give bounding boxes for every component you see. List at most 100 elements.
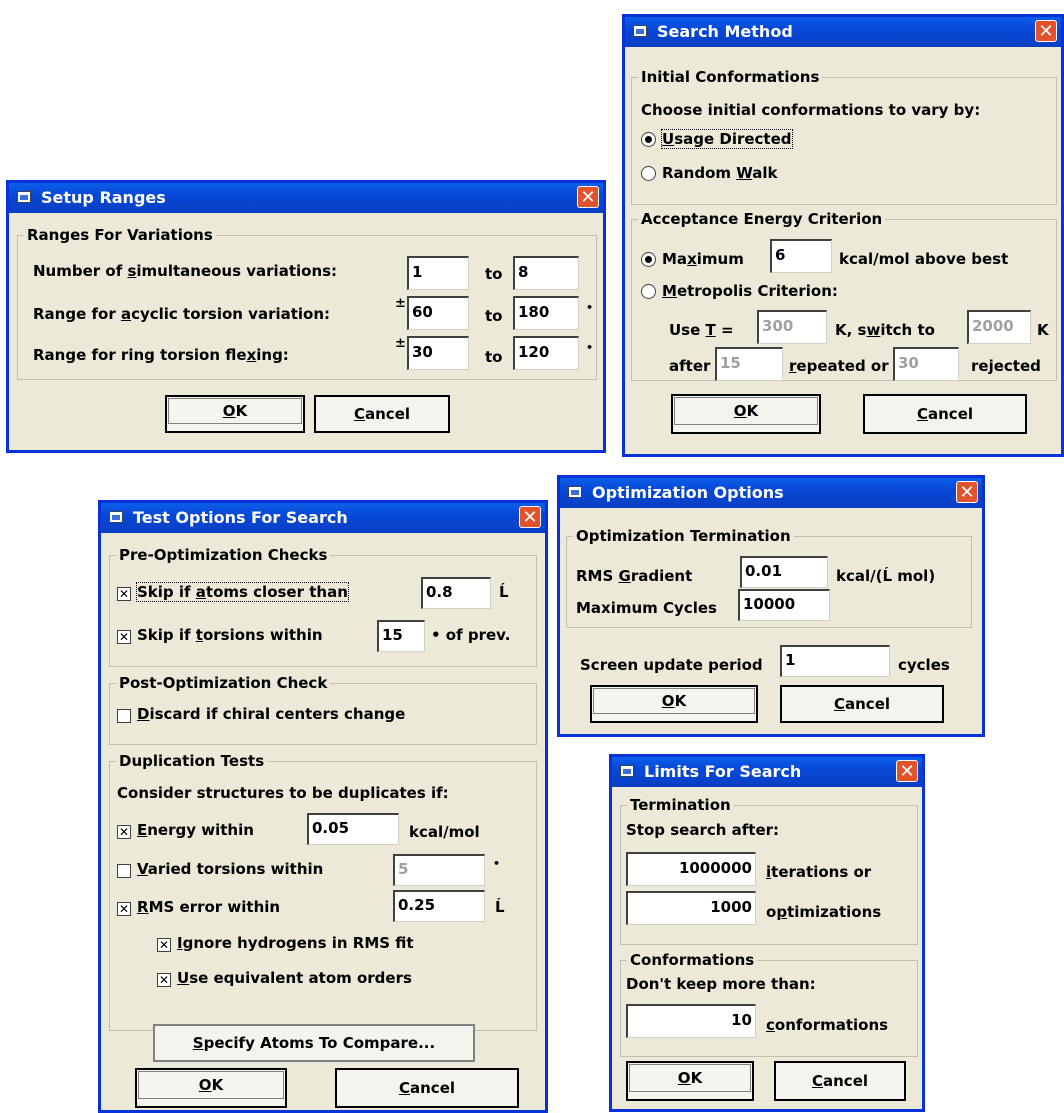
ok-button[interactable]: OK: [590, 685, 758, 723]
limits-for-search-dialog: Limits For Search ✕ Termination Stop sea…: [609, 754, 925, 1112]
acyclic-to-input[interactable]: 180: [513, 296, 579, 330]
skip-atoms-label[interactable]: Skip if atoms closer than: [136, 582, 349, 602]
cancel-button[interactable]: Cancel: [335, 1068, 519, 1108]
varied-torsions-input[interactable]: 5: [393, 854, 485, 886]
ring-label: Range for ring torsion flexing:: [33, 346, 289, 364]
iterations-label: iterations or: [766, 863, 872, 881]
group-label: Optimization Termination: [573, 527, 794, 545]
optimization-options-titlebar[interactable]: Optimization Options ✕: [560, 478, 982, 508]
close-icon[interactable]: ✕: [956, 481, 978, 503]
choose-prompt: Choose initial conformations to vary by:: [641, 101, 981, 119]
rms-error-checkbox[interactable]: ✕: [117, 902, 131, 916]
acyclic-from-input[interactable]: 60: [407, 296, 469, 330]
iterations-input[interactable]: 1000000: [626, 852, 756, 886]
specify-atoms-button[interactable]: Specify Atoms To Compare...: [153, 1024, 475, 1062]
ring-from-input[interactable]: 30: [407, 336, 469, 370]
search-method-dialog: Search Method ✕ Initial Conformations Ch…: [622, 14, 1064, 457]
acyclic-label: Range for acyclic torsion variation:: [33, 305, 331, 323]
close-icon[interactable]: ✕: [577, 186, 599, 208]
maximum-label[interactable]: Maximum: [662, 250, 744, 268]
simultaneous-from-input[interactable]: 1: [407, 256, 469, 290]
group-label: Post-Optimization Check: [116, 674, 331, 692]
ok-button[interactable]: OK: [165, 395, 305, 433]
repeated-input[interactable]: 15: [715, 347, 783, 381]
simultaneous-to-input[interactable]: 8: [513, 256, 579, 290]
close-icon[interactable]: ✕: [519, 506, 541, 528]
dialog-title: Search Method: [657, 22, 793, 41]
varied-torsions-checkbox[interactable]: [117, 864, 131, 878]
ok-button[interactable]: OK: [671, 394, 821, 434]
switch-label: K, switch to: [835, 321, 935, 339]
maximum-unit: kcal/mol above best: [839, 250, 1009, 268]
screen-update-input[interactable]: 1: [780, 645, 890, 677]
to-label: to: [485, 348, 503, 366]
group-label: Pre-Optimization Checks: [116, 546, 331, 564]
rejected-input[interactable]: 30: [893, 347, 959, 381]
cancel-button[interactable]: Cancel: [780, 685, 944, 723]
energy-within-label[interactable]: Energy within: [137, 821, 254, 839]
skip-atoms-checkbox[interactable]: ✕: [117, 587, 131, 601]
close-icon[interactable]: ✕: [896, 760, 918, 782]
discard-chiral-label[interactable]: Discard if chiral centers change: [137, 705, 405, 723]
limits-titlebar[interactable]: Limits For Search ✕: [612, 757, 922, 787]
use-temp-input[interactable]: 300: [757, 310, 827, 344]
window-icon: [17, 191, 31, 203]
rms-error-input[interactable]: 0.25: [393, 890, 485, 922]
degree-sign: •: [586, 301, 594, 314]
dont-keep-label: Don't keep more than:: [626, 975, 816, 993]
ignore-hydrogens-checkbox[interactable]: ✕: [157, 938, 171, 952]
torsions-input[interactable]: 15: [377, 620, 425, 652]
angstrom-unit: Ĺ: [495, 898, 505, 916]
cancel-button[interactable]: Cancel: [774, 1061, 906, 1101]
rms-gradient-unit: kcal/(Ĺ mol): [836, 567, 936, 585]
ignore-hydrogens-label[interactable]: Ignore hydrogens in RMS fit: [177, 934, 414, 952]
skip-torsions-checkbox[interactable]: ✕: [117, 630, 131, 644]
random-walk-label[interactable]: Random Walk: [662, 164, 778, 182]
metropolis-radio[interactable]: [641, 284, 656, 299]
energy-within-input[interactable]: 0.05: [307, 813, 399, 845]
angstrom-unit: Ĺ: [499, 583, 509, 601]
rms-gradient-input[interactable]: 0.01: [740, 556, 828, 588]
random-walk-radio[interactable]: [641, 166, 656, 181]
switch-unit: K: [1037, 321, 1049, 339]
repeated-label: repeated or: [789, 357, 889, 375]
discard-chiral-checkbox[interactable]: [117, 709, 131, 723]
simultaneous-label: Number of simultaneous variations:: [33, 262, 338, 280]
atoms-distance-input[interactable]: 0.8: [421, 577, 491, 609]
rms-gradient-label: RMS Gradient: [576, 567, 693, 585]
skip-torsions-label[interactable]: Skip if torsions within: [137, 626, 323, 644]
maximum-energy-input[interactable]: 6: [770, 239, 832, 273]
optimizations-input[interactable]: 1000: [626, 891, 756, 925]
varied-torsions-label[interactable]: Varied torsions within: [137, 860, 323, 878]
cancel-button[interactable]: Cancel: [863, 394, 1027, 434]
window-icon: [109, 511, 123, 523]
cancel-button[interactable]: Cancel: [314, 395, 450, 433]
to-label: to: [485, 307, 503, 325]
maximum-radio[interactable]: [641, 252, 656, 267]
group-label: Termination: [627, 796, 734, 814]
setup-ranges-titlebar[interactable]: Setup Ranges ✕: [9, 183, 603, 213]
window-icon: [620, 765, 634, 777]
dialog-title: Setup Ranges: [41, 188, 166, 207]
optimization-options-dialog: Optimization Options ✕ Optimization Term…: [557, 475, 985, 737]
dialog-title: Optimization Options: [592, 483, 784, 502]
equivalent-atoms-checkbox[interactable]: ✕: [157, 973, 171, 987]
equivalent-atoms-label[interactable]: Use equivalent atom orders: [177, 969, 412, 987]
metropolis-label[interactable]: Metropolis Criterion:: [662, 282, 838, 300]
conformations-input[interactable]: 10: [626, 1004, 756, 1038]
energy-within-checkbox[interactable]: ✕: [117, 825, 131, 839]
switch-temp-input[interactable]: 2000: [967, 310, 1031, 344]
pre-optimization-group: Pre-Optimization Checks: [109, 546, 537, 667]
ok-button[interactable]: OK: [135, 1068, 287, 1108]
rms-error-label[interactable]: RMS error within: [137, 898, 280, 916]
close-icon[interactable]: ✕: [1035, 20, 1057, 42]
usage-directed-label[interactable]: Usage Directed: [661, 129, 793, 149]
ring-to-input[interactable]: 120: [513, 336, 579, 370]
test-options-titlebar[interactable]: Test Options For Search ✕: [101, 503, 545, 533]
search-method-titlebar[interactable]: Search Method ✕: [625, 17, 1061, 47]
window-icon: [568, 486, 582, 498]
usage-directed-radio[interactable]: [641, 132, 656, 147]
ok-button[interactable]: OK: [626, 1061, 754, 1101]
plus-minus-sign: ±: [395, 296, 406, 311]
maximum-cycles-input[interactable]: 10000: [738, 589, 830, 621]
